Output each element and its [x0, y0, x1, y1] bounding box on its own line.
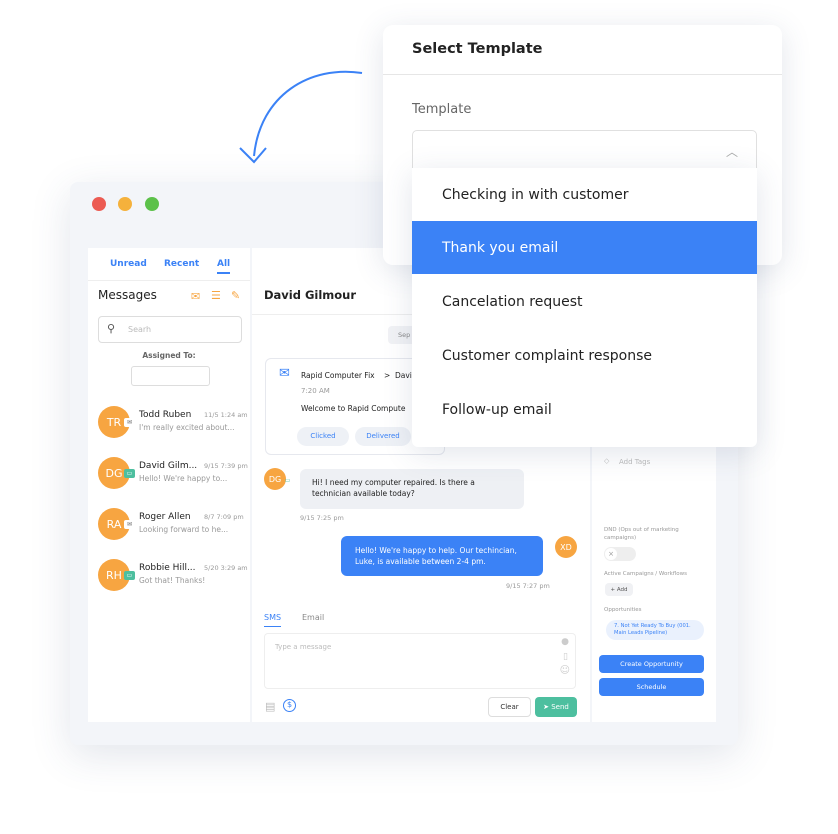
message-time: 9/15 7:27 pm: [506, 582, 550, 590]
search-placeholder: Searh: [128, 325, 152, 334]
delivered-tag: Delivered: [355, 427, 411, 446]
conversation-sidebar: Unread Recent All Messages ✉ ☰ ✎ ⚲ Searh…: [88, 248, 250, 722]
assigned-to-label: Assigned To:: [142, 351, 196, 360]
message-preview: I'm really excited about...: [139, 423, 235, 432]
conversation-item[interactable]: DG ▭ David Gilm... 9/15 7:39 pm Hello! W…: [88, 457, 250, 505]
outgoing-message: Hello! We're happy to help. Our techinci…: [341, 536, 543, 576]
message-time: 9/15 7:25 pm: [300, 514, 344, 522]
sms-icon: ▭: [124, 571, 135, 580]
template-option-selected[interactable]: Thank you email: [412, 221, 757, 274]
minimize-window-button[interactable]: [118, 197, 132, 211]
conversation-time: 11/5 1:24 am: [204, 411, 248, 419]
template-dropdown: Checking in with customer Thank you emai…: [412, 168, 757, 447]
message-preview: Got that! Thanks!: [139, 576, 206, 585]
payment-icon[interactable]: $: [283, 699, 296, 712]
emoji-icon[interactable]: ☺: [560, 665, 570, 676]
template-option[interactable]: Checking in with customer: [412, 168, 757, 221]
conversation-time: 8/7 7:09 pm: [204, 513, 244, 521]
create-opportunity-button[interactable]: Create Opportunity: [599, 655, 704, 673]
template-label: Template: [412, 102, 472, 117]
send-icon: ➤: [543, 703, 552, 711]
chevron-right-icon: >: [384, 371, 391, 380]
message-preview: Hello! We're happy to...: [139, 474, 228, 483]
attachment-icon[interactable]: ▯: [563, 652, 568, 662]
search-icon: ⚲: [107, 322, 116, 335]
template-option[interactable]: Cancelation request: [412, 275, 757, 328]
email-icon: ✉: [124, 418, 135, 427]
email-time: 7:20 AM: [301, 387, 330, 395]
curved-arrow-icon: [239, 70, 363, 164]
message-placeholder: Type a message: [275, 643, 332, 651]
email-filter-icon[interactable]: ✉: [191, 290, 200, 303]
sms-icon: ▭: [284, 477, 291, 484]
tab-sms[interactable]: SMS: [264, 613, 282, 627]
conversation-time: 9/15 7:39 pm: [204, 462, 248, 470]
add-campaign-button[interactable]: + Add: [605, 583, 633, 596]
assigned-to-select[interactable]: [131, 366, 210, 386]
contact-details-panel: ◇ Add Tags DND (Ops out of marketing cam…: [592, 440, 716, 722]
tag-icon[interactable]: ●: [561, 637, 569, 647]
conversation-item[interactable]: TR ✉ Todd Ruben 11/5 1:24 am I'm really …: [88, 406, 250, 454]
chevron-up-icon: ︿: [725, 145, 738, 159]
incoming-message: Hi! I need my computer repaired. Is ther…: [300, 469, 524, 509]
campaigns-label: Active Campaigns / Workflows: [604, 571, 688, 577]
contact-name: David Gilm...: [139, 461, 198, 471]
email-icon: ✉: [124, 520, 135, 529]
send-button[interactable]: ➤ Send: [535, 697, 577, 717]
messages-title: Messages: [98, 288, 157, 302]
conversation-time: 5/20 3:29 am: [204, 564, 248, 572]
sms-icon: ▭: [124, 469, 135, 478]
dnd-label: DND (Ops out of marketing campaigns): [604, 527, 679, 542]
conversation-item[interactable]: RA ✉ Roger Allen 8/7 7:09 pm Looking for…: [88, 508, 250, 556]
clicked-tag: Clicked: [297, 427, 349, 446]
close-window-button[interactable]: [92, 197, 106, 211]
email-subject: Welcome to Rapid Compute: [301, 404, 406, 413]
add-tags-input[interactable]: Add Tags: [619, 458, 650, 466]
contact-name: Robbie Hill...: [139, 563, 196, 573]
template-option[interactable]: Follow-up email: [412, 383, 757, 436]
tab-all[interactable]: All: [217, 259, 231, 274]
modal-title: Select Template: [412, 41, 543, 57]
conversation-item[interactable]: RH ▭ Robbie Hill... 5/20 3:29 am Got tha…: [88, 559, 250, 607]
opportunities-label: Opportunities: [604, 607, 642, 613]
clear-button[interactable]: Clear: [488, 697, 531, 717]
tag-icon: ◇: [604, 457, 610, 465]
tab-email[interactable]: Email: [302, 613, 324, 622]
maximize-window-button[interactable]: [145, 197, 159, 211]
template-icon[interactable]: ▤: [265, 700, 275, 713]
search-input[interactable]: ⚲ Searh: [98, 316, 242, 343]
template-option[interactable]: Customer complaint response: [412, 329, 757, 382]
envelope-icon: ✉: [279, 366, 290, 381]
contact-name: David Gilmour: [264, 288, 357, 302]
contact-name: Todd Ruben: [139, 410, 192, 420]
contact-name: Roger Allen: [139, 512, 191, 522]
opportunity-chip[interactable]: 7. Not Yet Ready To Buy (001. Main Leads…: [606, 620, 704, 640]
schedule-button[interactable]: Schedule: [599, 678, 704, 696]
compose-icon[interactable]: ✎: [231, 289, 240, 302]
tab-recent[interactable]: Recent: [164, 259, 199, 269]
dnd-toggle[interactable]: ×: [604, 547, 636, 561]
email-to: Davi: [395, 371, 412, 380]
message-preview: Looking forward to he...: [139, 525, 229, 534]
email-from: Rapid Computer Fix: [301, 371, 375, 380]
list-icon[interactable]: ☰: [211, 289, 221, 302]
send-label: Send: [551, 703, 569, 711]
user-avatar: XD: [555, 536, 577, 558]
message-input[interactable]: Type a message ● ▯ ☺: [264, 633, 576, 689]
tab-unread[interactable]: Unread: [110, 259, 147, 269]
